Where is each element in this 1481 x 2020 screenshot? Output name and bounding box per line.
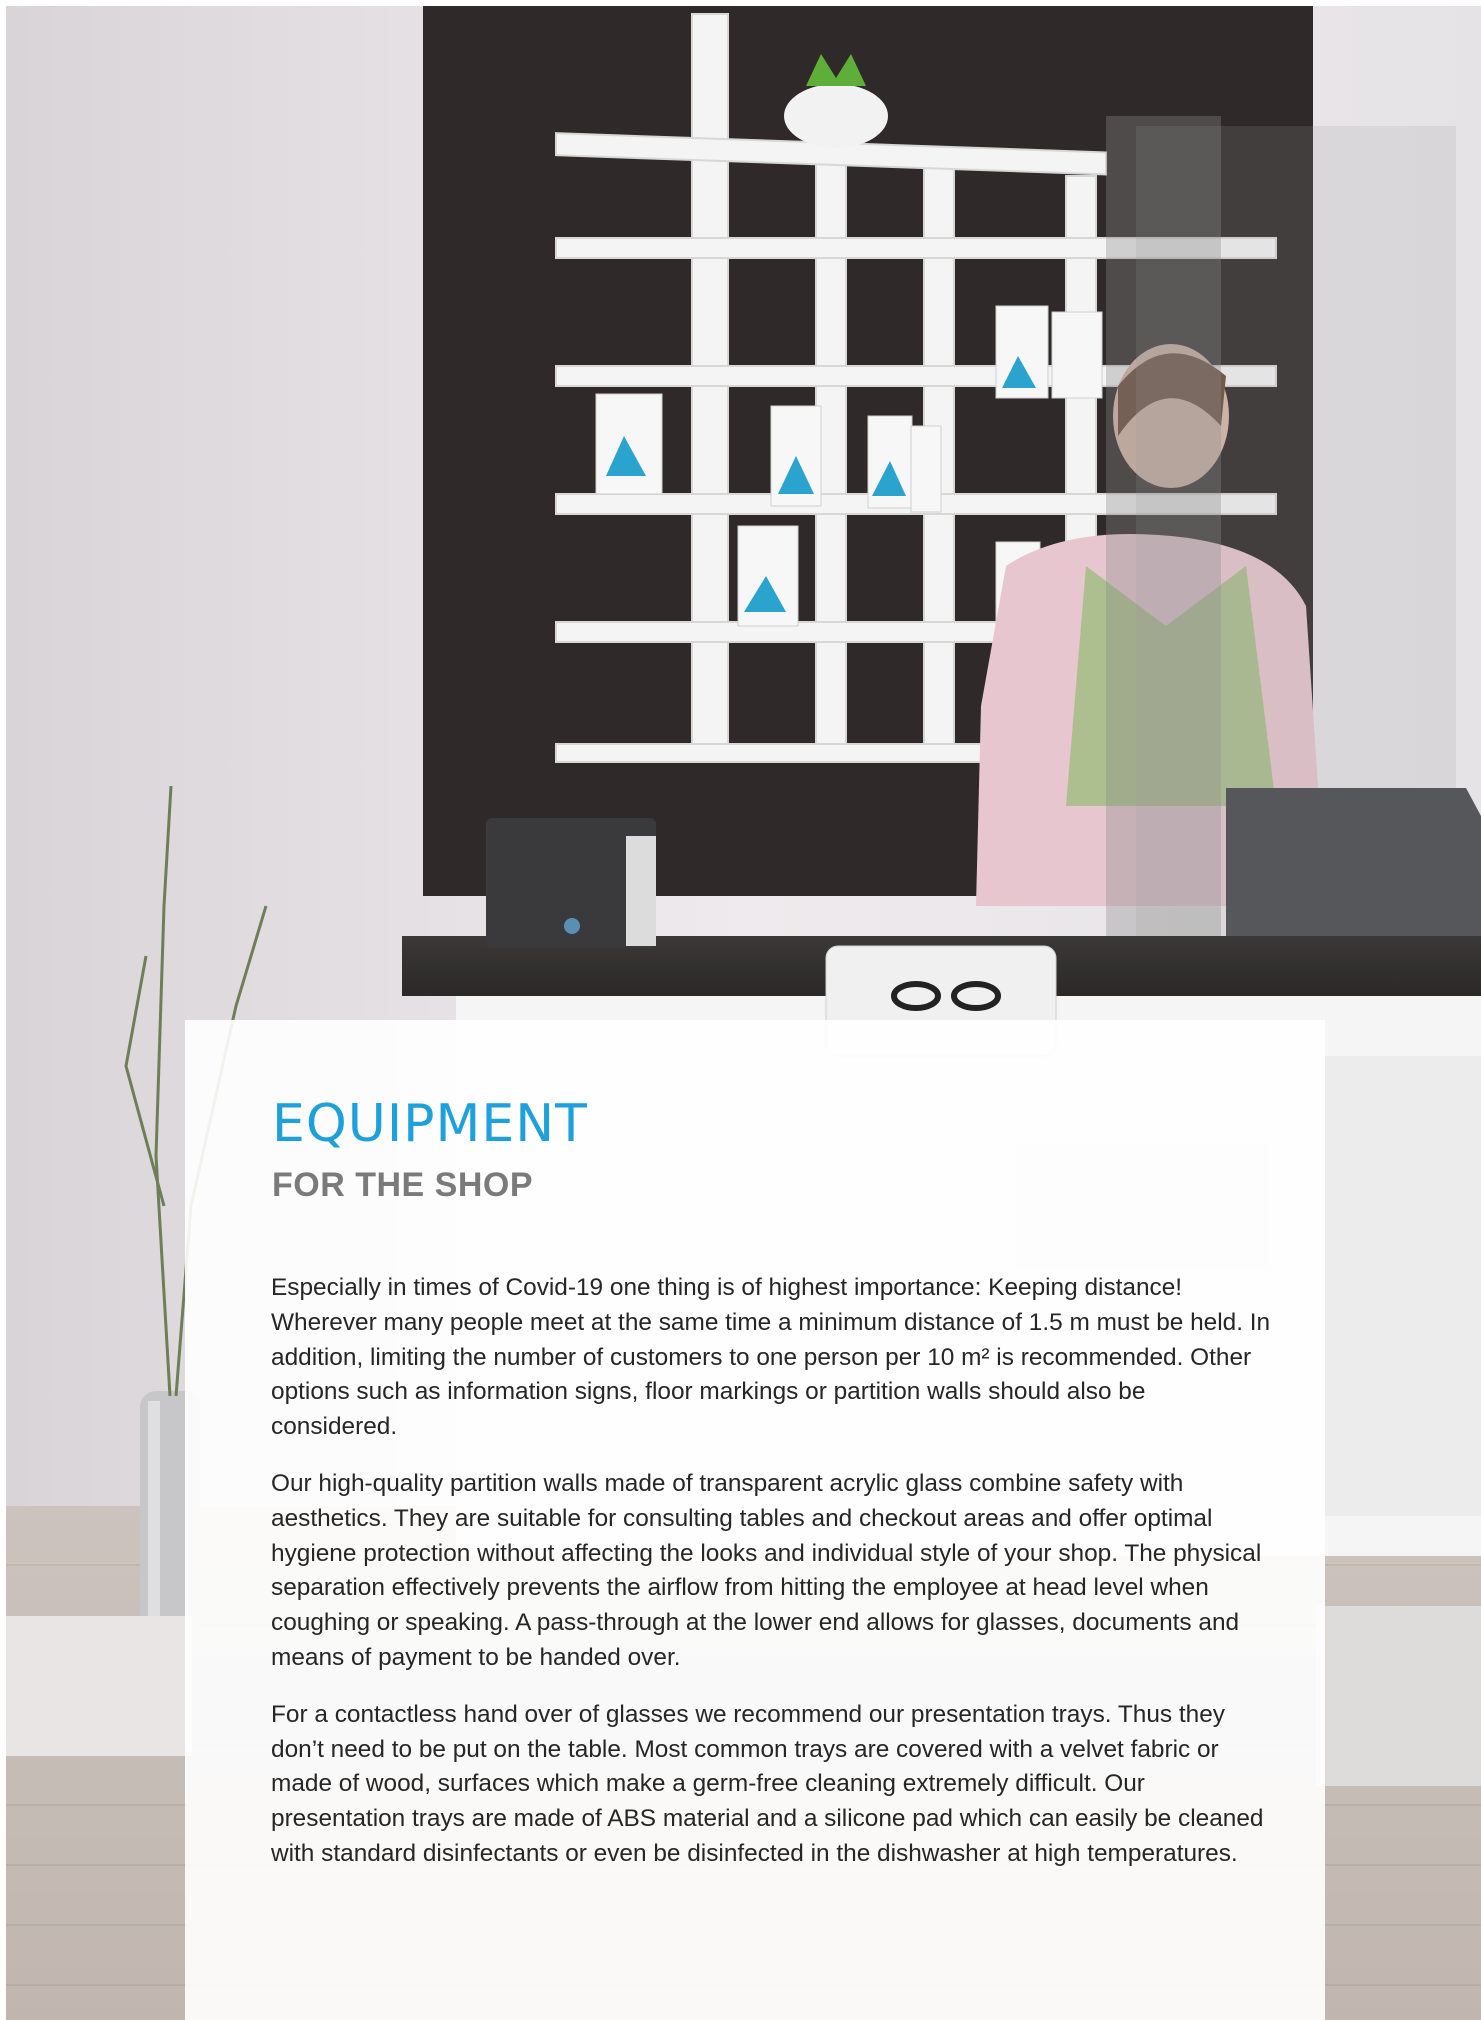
page-title: EQUIPMENT: [272, 1094, 588, 1154]
paragraph-distance: Especially in times of Covid-19 one thin…: [271, 1274, 1271, 1441]
body-text: Especially in times of Covid-19 one thin…: [271, 1271, 1271, 1894]
paragraph-presentation-trays: For a contactless hand over of glasses w…: [271, 1700, 1264, 1867]
paragraph-partition-walls: Our high-quality partition walls made of…: [271, 1469, 1262, 1671]
page-subtitle: FOR THE SHOP: [272, 1166, 534, 1204]
